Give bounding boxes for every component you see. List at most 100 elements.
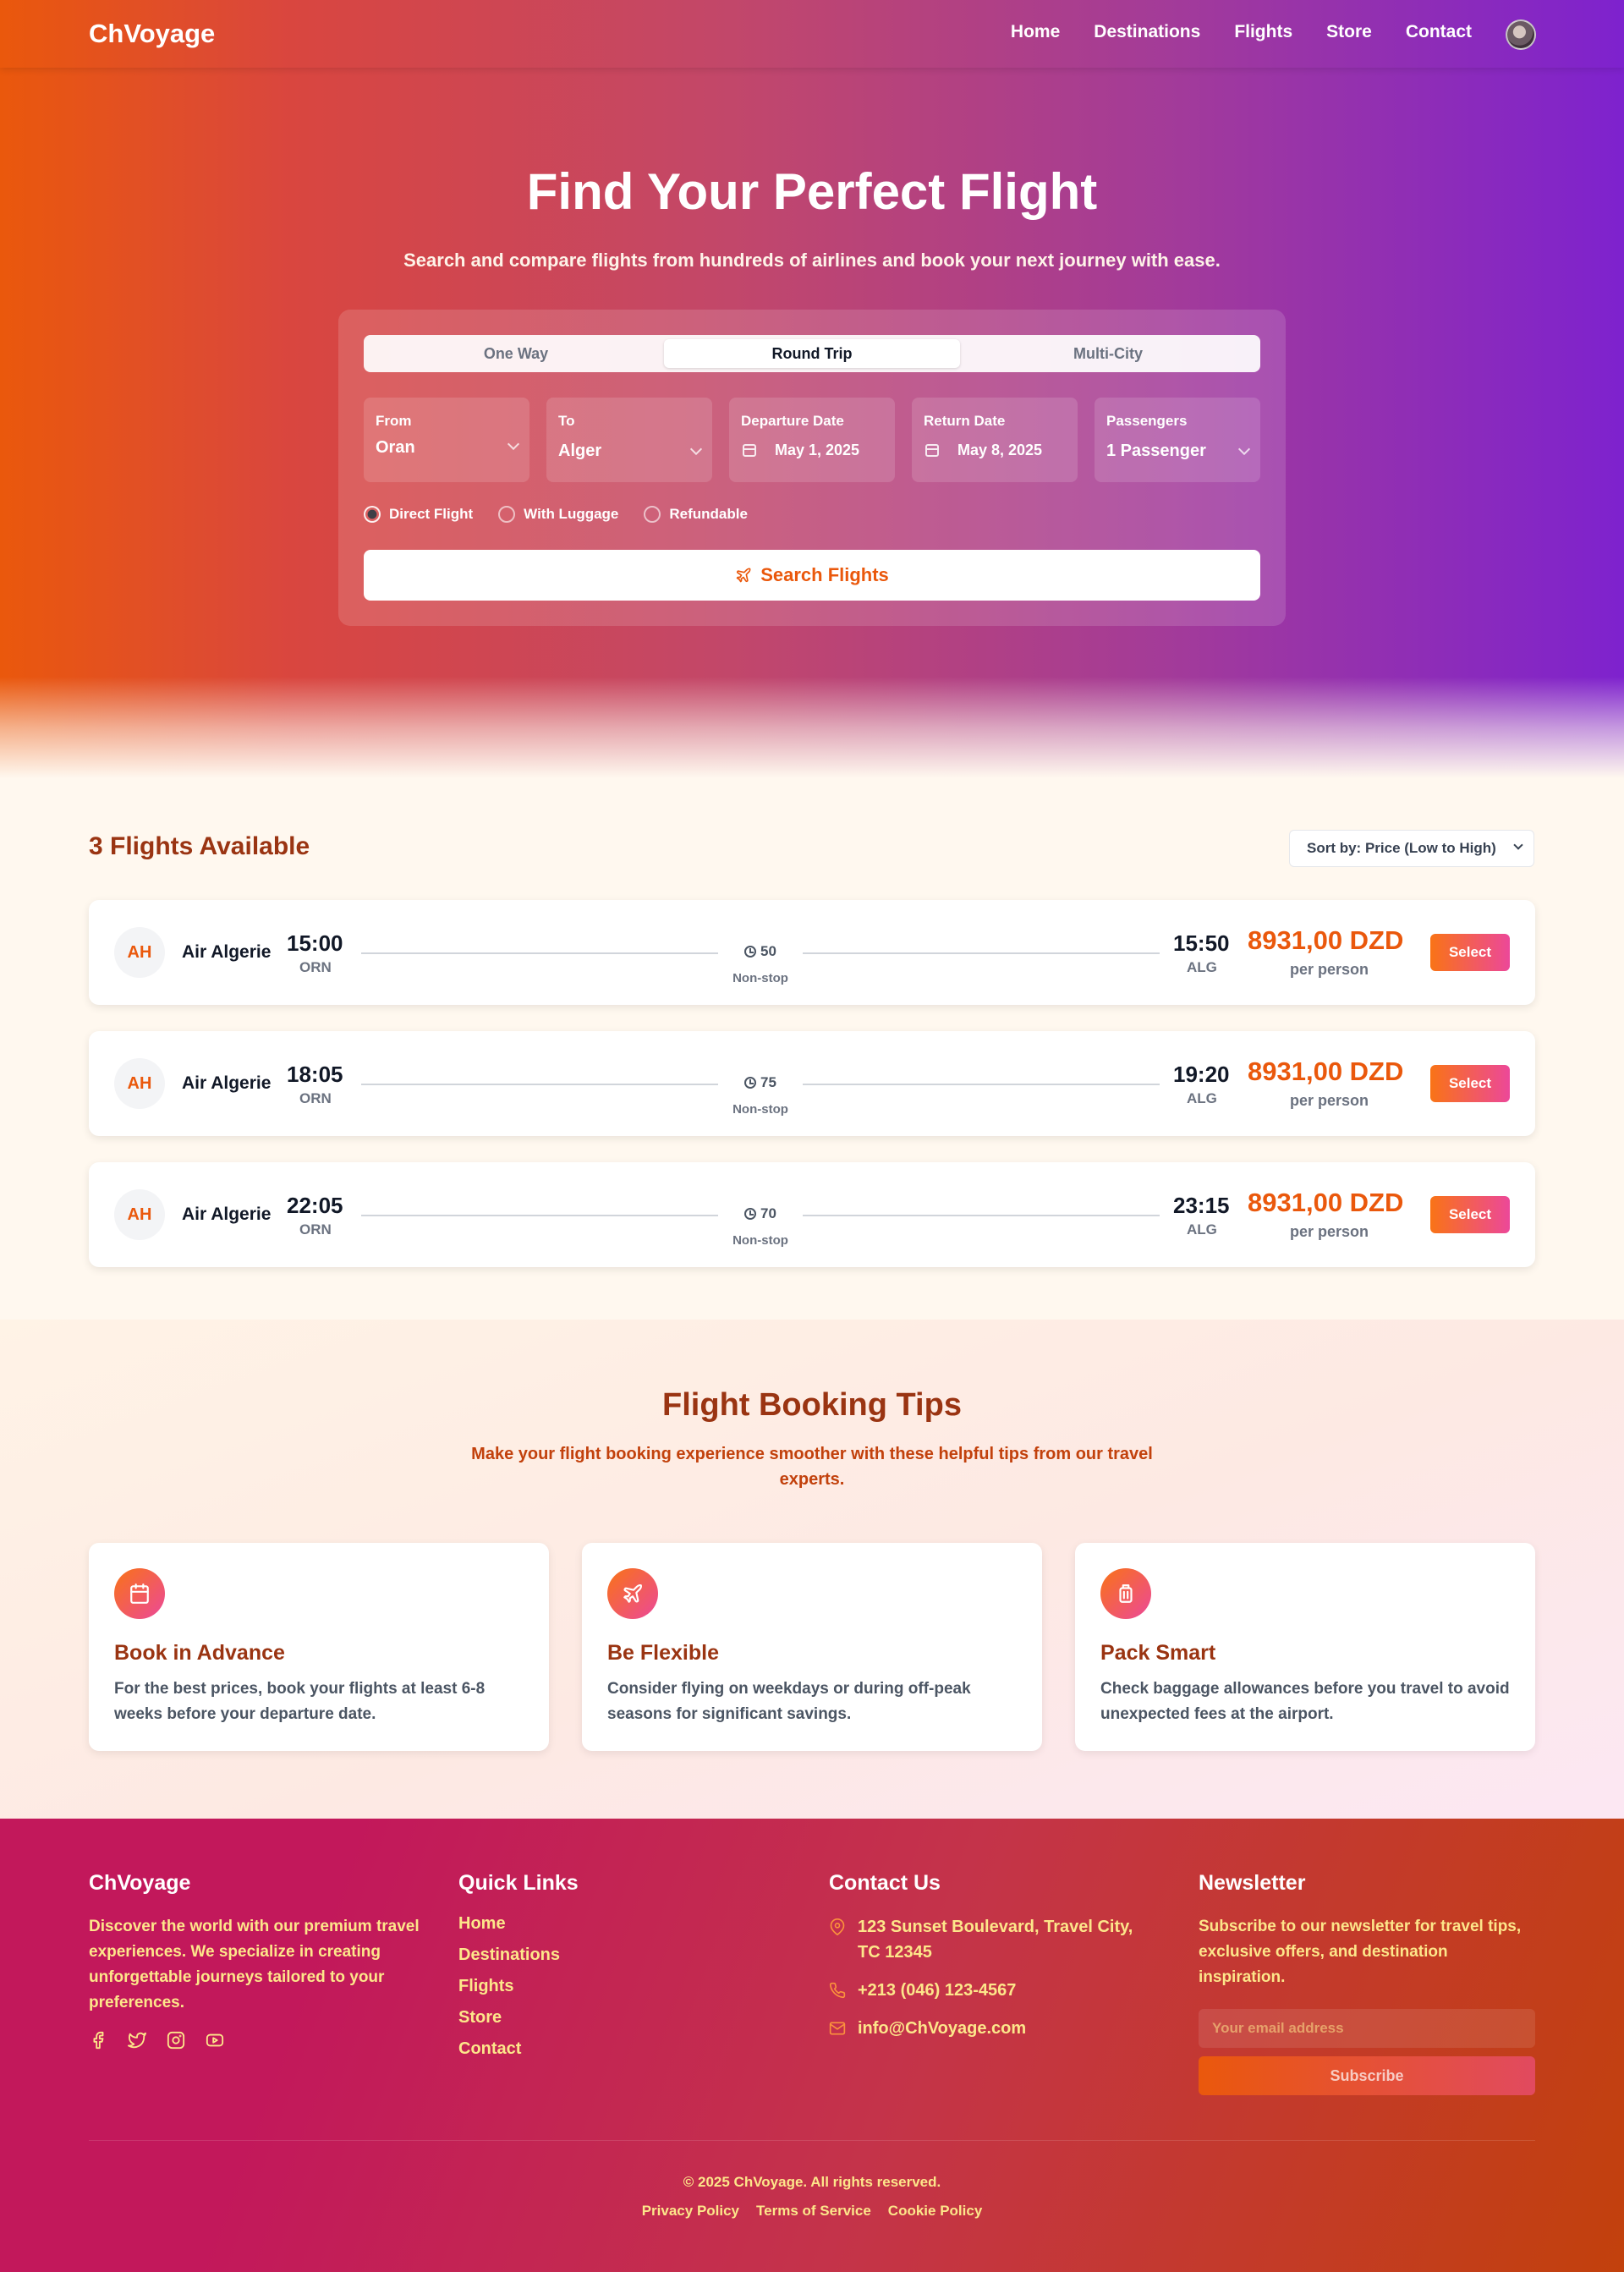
- brand-logo[interactable]: ChVoyage: [89, 19, 215, 49]
- departure-time: 18:05: [287, 1062, 343, 1087]
- select-flight-button[interactable]: Select: [1430, 1196, 1510, 1233]
- newsletter-text: Subscribe to our newsletter for travel t…: [1199, 1918, 1522, 1986]
- radio-refundable[interactable]: [644, 506, 661, 523]
- option-refundable[interactable]: Refundable: [644, 506, 748, 523]
- facebook-icon[interactable]: [89, 2031, 107, 2050]
- departure-label: Departure Date: [741, 413, 844, 429]
- email-text[interactable]: info@ChVoyage.com: [858, 2016, 1026, 2041]
- to-select[interactable]: To Alger: [546, 398, 712, 482]
- newsletter-email-input[interactable]: [1199, 2009, 1535, 2048]
- legal-links: Privacy Policy Terms of Service Cookie P…: [0, 2203, 1624, 2220]
- flight-price: 8931,00 DZD: [1248, 1188, 1404, 1217]
- tip-title: Pack Smart: [1100, 1641, 1216, 1665]
- departure-time: 15:00: [287, 930, 343, 956]
- tip-card: Book in Advance For the best prices, boo…: [89, 1543, 549, 1751]
- stops-label: Non-stop: [732, 971, 788, 985]
- option-with-luggage[interactable]: With Luggage: [498, 506, 618, 523]
- clock-icon: [744, 946, 757, 958]
- nav-contact[interactable]: Contact: [1406, 22, 1472, 42]
- footer-link-home[interactable]: Home: [458, 1914, 797, 1934]
- to-label: To: [558, 413, 575, 429]
- phone-text[interactable]: +213 (046) 123-4567: [858, 1978, 1016, 2003]
- phone-icon: [829, 1982, 846, 1999]
- contact-title: Contact Us: [829, 1871, 941, 1895]
- tab-one-way[interactable]: One Way: [368, 339, 664, 368]
- airline-logo: AH: [114, 927, 165, 978]
- footer-brand: ChVoyage: [89, 1871, 191, 1895]
- tips-section: Flight Booking Tips Make your flight boo…: [0, 1320, 1624, 1819]
- price-unit: per person: [1290, 961, 1369, 978]
- radio-with-luggage[interactable]: [498, 506, 516, 523]
- nav-flights[interactable]: Flights: [1234, 22, 1292, 42]
- arrival-time: 15:50: [1173, 930, 1230, 956]
- departure-code: ORN: [299, 1090, 332, 1106]
- clock-icon: [744, 1077, 757, 1089]
- passengers-label: Passengers: [1106, 413, 1188, 429]
- radio-direct-flight[interactable]: [364, 506, 381, 523]
- hero-fade: [0, 677, 1624, 778]
- arrival-code: ALG: [1187, 1090, 1217, 1106]
- nav-destinations[interactable]: Destinations: [1094, 22, 1200, 42]
- nav-home[interactable]: Home: [1011, 22, 1060, 42]
- subscribe-button[interactable]: Subscribe: [1199, 2056, 1535, 2095]
- footer-link-store[interactable]: Store: [458, 2008, 797, 2028]
- flight-card: AH Air Algerie 18:05 ORN 75 Non-stop 19:…: [89, 1031, 1535, 1136]
- flight-price: 8931,00 DZD: [1248, 1056, 1404, 1086]
- passengers-select[interactable]: Passengers 1 Passenger: [1095, 398, 1260, 482]
- tip-card: Pack Smart Check baggage allowances befo…: [1075, 1543, 1535, 1751]
- privacy-policy-link[interactable]: Privacy Policy: [642, 2203, 739, 2220]
- instagram-icon[interactable]: [167, 2031, 185, 2050]
- flight-duration: 75: [718, 1073, 803, 1093]
- arrival-code: ALG: [1187, 1221, 1217, 1238]
- chevron-down-icon: [1237, 442, 1251, 456]
- terms-of-service-link[interactable]: Terms of Service: [756, 2203, 871, 2220]
- sort-select[interactable]: Sort by: Price (Low to High): [1289, 830, 1534, 867]
- calendar-icon: [925, 444, 939, 457]
- return-value: May 8, 2025: [957, 442, 1043, 458]
- duration-value: 50: [760, 943, 776, 959]
- select-flight-button[interactable]: Select: [1430, 934, 1510, 971]
- youtube-icon[interactable]: [206, 2031, 224, 2050]
- departure-value: May 1, 2025: [775, 442, 860, 458]
- chevron-down-icon: [1513, 840, 1523, 850]
- select-flight-button[interactable]: Select: [1430, 1065, 1510, 1102]
- from-select[interactable]: From Oran: [364, 398, 529, 482]
- tip-text: For the best prices, book your flights a…: [114, 1680, 486, 1723]
- search-fields: From Oran To Alger Departure Date May 1,…: [364, 398, 1260, 482]
- quick-links-list: Home Destinations Flights Store Contact: [458, 1914, 797, 2059]
- arrival-code: ALG: [1187, 959, 1217, 975]
- departure-code: ORN: [299, 1221, 332, 1238]
- footer-link-destinations[interactable]: Destinations: [458, 1945, 797, 1965]
- footer-divider: [89, 2140, 1535, 2141]
- clock-icon: [744, 1208, 757, 1220]
- results-title: 3 Flights Available: [89, 832, 310, 860]
- to-value: Alger: [558, 442, 602, 460]
- contact-phone: +213 (046) 123-4567: [829, 1978, 1167, 2003]
- return-date-field[interactable]: Return Date May 8, 2025: [912, 398, 1078, 482]
- twitter-icon[interactable]: [128, 2031, 146, 2050]
- cookie-policy-link[interactable]: Cookie Policy: [888, 2203, 982, 2220]
- tab-round-trip[interactable]: Round Trip: [664, 339, 960, 368]
- footer-link-contact[interactable]: Contact: [458, 2039, 797, 2059]
- nav-store[interactable]: Store: [1326, 22, 1372, 42]
- option-direct-flight[interactable]: Direct Flight: [364, 506, 473, 523]
- footer-link-flights[interactable]: Flights: [458, 1977, 797, 1996]
- quick-links-title: Quick Links: [458, 1871, 579, 1895]
- contact-address: 123 Sunset Boulevard, Travel City, TC 12…: [829, 1914, 1167, 1965]
- return-label: Return Date: [924, 413, 1006, 429]
- stops-label: Non-stop: [732, 1233, 788, 1248]
- departure-time: 22:05: [287, 1193, 343, 1218]
- hero-title: Find Your Perfect Flight: [526, 163, 1098, 220]
- luggage-icon: [1100, 1568, 1151, 1619]
- chevron-down-icon: [507, 437, 520, 451]
- arrival-time: 23:15: [1173, 1193, 1230, 1218]
- departure-date-field[interactable]: Departure Date May 1, 2025: [729, 398, 895, 482]
- stops-label: Non-stop: [732, 1102, 788, 1117]
- footer-newsletter: Newsletter Subscribe to our newsletter f…: [1199, 1871, 1537, 2095]
- option-label: Direct Flight: [389, 506, 474, 522]
- calendar-icon: [743, 444, 756, 457]
- newsletter-title: Newsletter: [1199, 1871, 1306, 1895]
- search-flights-button[interactable]: Search Flights: [364, 550, 1260, 601]
- user-avatar[interactable]: [1506, 19, 1536, 50]
- tab-multi-city[interactable]: Multi-City: [960, 339, 1256, 368]
